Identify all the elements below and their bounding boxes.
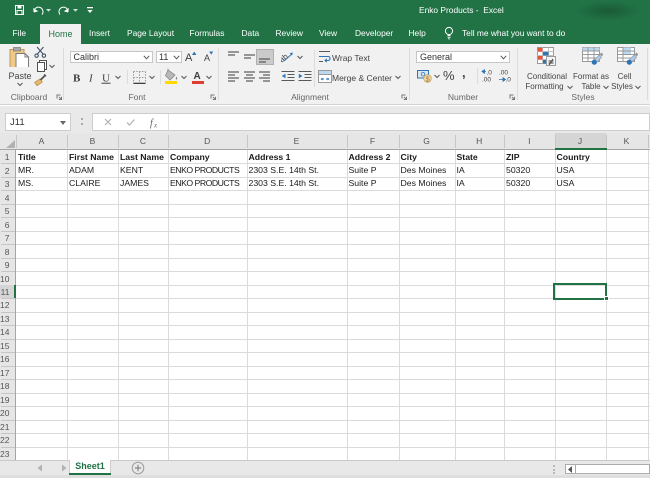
svg-text:$: $ bbox=[426, 76, 430, 83]
svg-text:I: I bbox=[88, 73, 94, 85]
svg-text:.0: .0 bbox=[506, 77, 512, 84]
svg-text:%: % bbox=[443, 68, 455, 82]
svg-text:x: x bbox=[153, 121, 158, 129]
svg-text:B: B bbox=[73, 73, 81, 85]
svg-text:A: A bbox=[204, 53, 210, 63]
svg-text:.0: .0 bbox=[487, 70, 493, 77]
svg-text:.00: .00 bbox=[482, 77, 491, 84]
svg-text:A: A bbox=[185, 52, 193, 64]
svg-text:A: A bbox=[194, 71, 201, 82]
svg-text:,: , bbox=[462, 68, 466, 80]
svg-text:U: U bbox=[102, 73, 110, 85]
svg-text:.00: .00 bbox=[499, 70, 508, 77]
